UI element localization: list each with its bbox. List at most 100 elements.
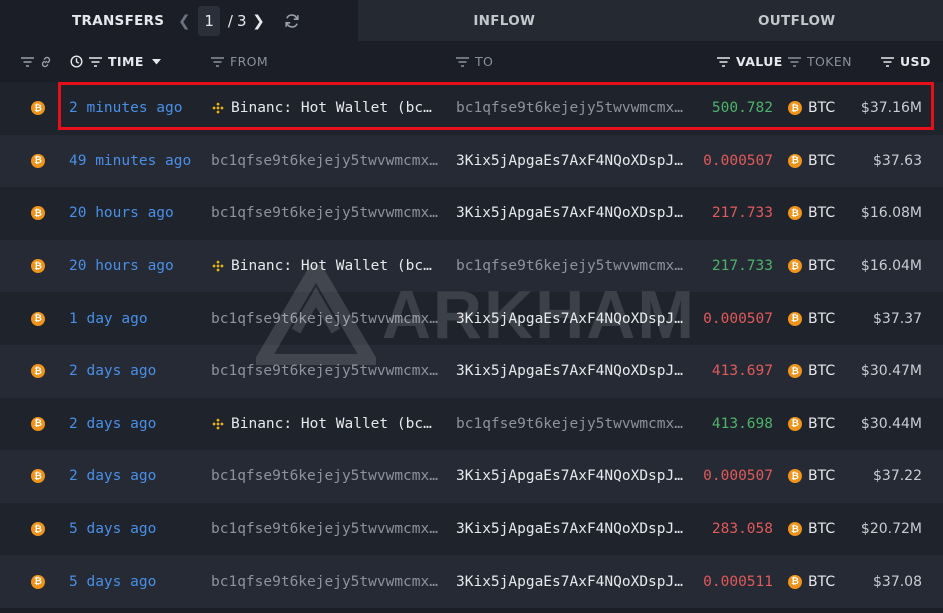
filter-icon <box>881 56 894 67</box>
tab-transfers-label: TRANSFERS <box>72 12 165 29</box>
column-value-label: VALUE <box>736 54 783 69</box>
transfer-time[interactable]: 5 days ago <box>69 555 204 608</box>
transfer-from[interactable]: Binanc: Hot Wallet (bc1qm34lsc65zpw79lxe… <box>211 240 439 293</box>
tab-transfers[interactable]: TRANSFERS ❮ 1 / 3 ❯ <box>0 0 358 41</box>
transfer-token[interactable]: ₿ BTC <box>788 503 848 556</box>
column-to-label: TO <box>475 54 494 69</box>
btc-icon: ₿ <box>788 101 802 116</box>
transfer-value: 413.698 <box>711 415 773 432</box>
transfer-from[interactable]: bc1qfse9t6kejejy5twvwmcmxwq3fhgtqmz2xqmk… <box>211 345 439 398</box>
transfer-time[interactable]: 49 minutes ago <box>69 135 204 188</box>
transfer-to[interactable]: 3Kix5jApgaEs7AxF4NQoXDspJ2xQWTxrmC <box>456 292 684 345</box>
table-row[interactable]: ₿ 49 minutes ago bc1qfse9t6kejejy5twvwmcmx… <box>0 134 943 188</box>
table-row[interactable]: ₿ 2 days agoBinanc: Hot Wallet (bc1qm34ls… <box>0 397 943 451</box>
transfer-to[interactable]: bc1qfse9t6kejejy5twvwmcmxwq3fhgtqmz2xqmk… <box>456 398 684 451</box>
column-token[interactable]: TOKEN <box>788 41 852 82</box>
table-row[interactable]: ₿ 2 days agobc1qfse9t6kejejy5twvwmcmxwq3f… <box>0 450 943 503</box>
transfer-time[interactable]: 2 days ago <box>69 450 204 503</box>
filter-icon <box>211 56 224 67</box>
column-time[interactable]: TIME <box>70 41 167 82</box>
transfer-to[interactable]: 3Kix5jApgaEs7AxF4NQoXDspJ2xQWTxrmC <box>456 187 684 240</box>
bitcoin-chain-icon: ₿ <box>31 187 47 240</box>
transfer-to[interactable]: 3Kix5jApgaEs7AxF4NQoXDspJ2xQWTxrmC <box>456 555 684 608</box>
table-row[interactable]: ₿ 2 days agobc1qfse9t6kejejy5twvwmcmxwq3f… <box>0 344 943 398</box>
transfer-value: 217.733 <box>711 205 773 222</box>
transfer-time[interactable]: 2 minutes ago <box>69 82 204 135</box>
transfer-token[interactable]: ₿ BTC <box>788 450 848 503</box>
transfer-token[interactable]: ₿ BTC <box>788 398 848 451</box>
tab-outflow[interactable]: OUTFLOW <box>650 0 943 41</box>
transfer-token[interactable]: ₿ BTC <box>788 555 848 608</box>
transfer-from[interactable]: bc1qfse9t6kejejy5twvwmcmxwq3fhgtqmz2xqmk… <box>211 450 439 503</box>
transfer-time[interactable]: 20 hours ago <box>69 187 204 240</box>
pager-current-page[interactable]: 1 <box>198 5 220 36</box>
table-row[interactable]: ₿ 5 days agobc1qfse9t6kejejy5twvwmcmxwq3f… <box>0 555 943 608</box>
transfer-from[interactable]: bc1qfse9t6kejejy5twvwmcmxwq3fhgtqmz2xqmk… <box>211 292 439 345</box>
tab-inflow[interactable]: INFLOW <box>358 0 651 41</box>
transfer-time[interactable]: 20 hours ago <box>69 240 204 293</box>
transfer-to[interactable]: 3Kix5jApgaEs7AxF4NQoXDspJ2xQWTxrmC <box>456 450 684 503</box>
btc-icon: ₿ <box>788 522 802 537</box>
transfer-to[interactable]: 3Kix5jApgaEs7AxF4NQoXDspJ2xQWTxrmC <box>456 503 684 556</box>
column-usd[interactable]: USD <box>881 41 931 82</box>
transfer-time[interactable]: 1 day ago <box>69 292 204 345</box>
transfer-usd: $37.63 <box>873 152 922 169</box>
transfer-value: 500.782 <box>711 100 773 117</box>
sort-down-icon <box>151 58 161 64</box>
transfer-token[interactable]: ₿ BTC <box>788 187 848 240</box>
transfer-usd: $16.08M <box>860 205 922 222</box>
transfer-to[interactable]: bc1qfse9t6kejejy5twvwmcmxwq3fhgtqmz2xqmk… <box>456 82 684 135</box>
transfer-usd: $16.04M <box>860 258 922 275</box>
transfer-value: 0.000507 <box>703 152 773 169</box>
transfer-time[interactable]: 2 days ago <box>69 398 204 451</box>
transfer-from[interactable]: bc1qfse9t6kejejy5twvwmcmxwq3fhgtqmz2xqmk… <box>211 135 439 188</box>
transfer-from[interactable]: bc1qfse9t6kejejy5twvwmcmxwq3fhgtqmz2xqmk… <box>211 555 439 608</box>
transfer-time[interactable]: 5 days ago <box>69 503 204 556</box>
column-from[interactable]: FROM <box>211 41 268 82</box>
filter-icon[interactable] <box>21 41 40 82</box>
bitcoin-chain-icon: ₿ <box>31 555 47 608</box>
link-icon[interactable] <box>39 41 59 82</box>
transfer-to[interactable]: 3Kix5jApgaEs7AxF4NQoXDspJ2xQWTxrmC <box>456 135 684 188</box>
transfer-from[interactable]: bc1qfse9t6kejejy5twvwmcmxwq3fhgtqmz2xqmk… <box>211 503 439 556</box>
transfer-usd: $30.47M <box>860 363 922 380</box>
column-usd-label: USD <box>900 54 931 69</box>
transfer-usd: $20.72M <box>860 521 922 538</box>
chevron-left-icon[interactable]: ❮ <box>176 12 192 30</box>
transfer-value: 0.000507 <box>703 310 773 327</box>
transfer-usd: $30.44M <box>860 415 922 432</box>
transfer-value: 283.058 <box>711 521 773 538</box>
transfer-token[interactable]: ₿ BTC <box>788 240 848 293</box>
filter-icon <box>89 56 102 67</box>
transfer-from[interactable]: Binanc: Hot Wallet (bc1qm34lsc65zpw79lxe… <box>211 398 439 451</box>
clock-icon <box>70 55 83 68</box>
btc-icon: ₿ <box>788 416 802 431</box>
transfer-to[interactable]: 3Kix5jApgaEs7AxF4NQoXDspJ2xQWTxrmC <box>456 345 684 398</box>
btc-icon: ₿ <box>788 574 802 589</box>
bitcoin-chain-icon: ₿ <box>31 292 47 345</box>
table-row[interactable]: ₿ 20 hours agoBinanc: Hot Wallet (bc1qm34… <box>0 239 943 293</box>
column-value[interactable]: VALUE <box>717 41 783 82</box>
filter-icon <box>456 56 469 67</box>
table-row[interactable]: ₿ 2 minutes agoBinanc: Hot Wallet (bc1qm3… <box>0 82 943 135</box>
transfer-usd: $37.16M <box>860 100 922 117</box>
chevron-right-icon[interactable]: ❯ <box>251 12 267 30</box>
transfer-value: 0.000507 <box>703 468 773 485</box>
bitcoin-chain-icon: ₿ <box>31 398 47 451</box>
transfer-token[interactable]: ₿ BTC <box>788 345 848 398</box>
bitcoin-chain-icon: ₿ <box>31 450 47 503</box>
transfer-token[interactable]: ₿ BTC <box>788 82 848 135</box>
transfer-token[interactable]: ₿ BTC <box>788 292 848 345</box>
transfer-token[interactable]: ₿ BTC <box>788 135 848 188</box>
refresh-icon[interactable] <box>283 12 301 30</box>
transfer-from[interactable]: bc1qfse9t6kejejy5twvwmcmxwq3fhgtqmz2xqmk… <box>211 187 439 240</box>
table-row[interactable]: ₿ 20 hours agobc1qfse9t6kejejy5twvwmcmxwq… <box>0 187 943 240</box>
transfer-time[interactable]: 2 days ago <box>69 345 204 398</box>
binance-logo-icon <box>212 418 224 430</box>
table-row[interactable]: ₿ 5 days agobc1qfse9t6kejejy5twvwmcmxwq3f… <box>0 502 943 556</box>
transfer-from[interactable]: Binanc: Hot Wallet (bc1qm34lsc65zpw79lxe… <box>211 82 439 135</box>
table-row[interactable]: ₿ 1 day agobc1qfse9t6kejejy5twvwmcmxwq3fh… <box>0 292 943 345</box>
column-to[interactable]: TO <box>456 41 493 82</box>
btc-icon: ₿ <box>788 153 802 168</box>
transfer-to[interactable]: bc1qfse9t6kejejy5twvwmcmxwq3fhgtqmz2xqmk… <box>456 240 684 293</box>
